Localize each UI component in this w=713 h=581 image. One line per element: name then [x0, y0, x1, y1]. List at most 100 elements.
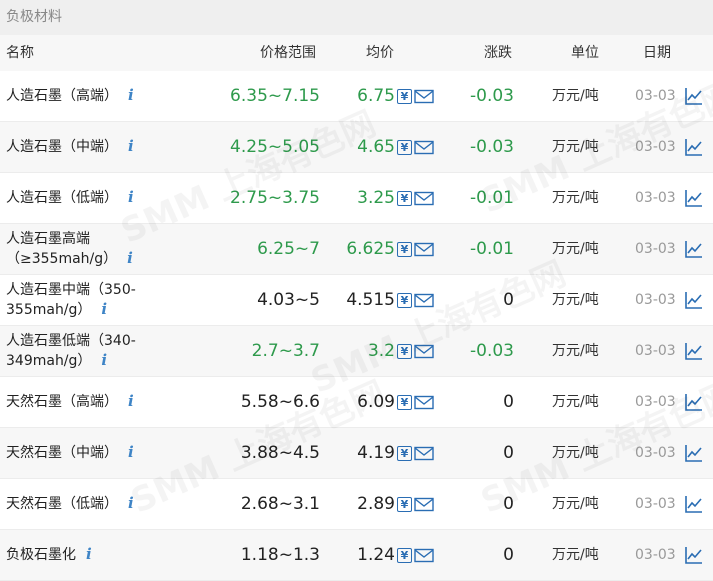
date: 03-03 [635, 547, 676, 563]
info-icon[interactable]: i [127, 249, 133, 268]
section-title: 负极材料 [0, 0, 713, 35]
mail-icon[interactable] [414, 548, 434, 563]
product-name-text: 人造石墨中端（350-355mah/g） [6, 281, 136, 318]
info-icon[interactable]: i [86, 545, 92, 564]
unit: 万元/吨 [552, 496, 599, 512]
info-icon[interactable]: i [128, 86, 134, 105]
avg-price: 1.24 [357, 545, 395, 565]
price-change: -0.03 [470, 86, 514, 106]
price-range: 1.18~1.3 [240, 545, 320, 565]
yen-icon[interactable]: ¥ [397, 88, 412, 104]
unit: 万元/吨 [552, 547, 599, 563]
unit: 万元/吨 [552, 394, 599, 410]
date: 03-03 [635, 241, 676, 257]
col-name: 名称 [6, 45, 34, 61]
price-change: 0 [503, 290, 514, 310]
line-chart-icon[interactable] [685, 291, 703, 309]
row-actions: ¥ [397, 445, 434, 461]
mail-icon[interactable] [414, 140, 434, 155]
mail-icon[interactable] [414, 191, 434, 206]
mail-icon[interactable] [414, 293, 434, 308]
product-name-text: 天然石墨（低端） [6, 496, 118, 512]
avg-price: 6.09 [357, 392, 395, 412]
mail-icon[interactable] [414, 344, 434, 359]
product-name-text: 人造石墨（低端） [6, 190, 118, 206]
product-name-text: 天然石墨（中端） [6, 445, 118, 461]
col-avg: 均价 [366, 45, 394, 61]
price-change: -0.03 [470, 341, 514, 361]
unit: 万元/吨 [552, 88, 599, 104]
mail-icon[interactable] [414, 89, 434, 104]
mail-icon[interactable] [414, 242, 434, 257]
col-change: 涨跌 [484, 45, 512, 61]
date: 03-03 [635, 445, 676, 461]
table-row: 人造石墨（中端） i 4.25~5.05 4.65 ¥ -0.03 万元/吨 03… [0, 122, 713, 173]
line-chart-icon[interactable] [685, 138, 703, 156]
price-change: -0.03 [470, 137, 514, 157]
line-chart-icon[interactable] [685, 393, 703, 411]
date: 03-03 [635, 292, 676, 308]
yen-icon[interactable]: ¥ [397, 241, 412, 257]
row-actions: ¥ [397, 190, 434, 206]
yen-icon[interactable]: ¥ [397, 343, 412, 359]
avg-price: 4.515 [346, 290, 395, 310]
yen-icon[interactable]: ¥ [397, 292, 412, 308]
price-range: 3.88~4.5 [240, 443, 320, 463]
product-name-text: 人造石墨高端（≥355mah/g） [6, 230, 118, 267]
product-name: 人造石墨中端（350-355mah/g） i [6, 275, 166, 325]
info-icon[interactable]: i [128, 188, 134, 207]
product-name-text: 负极石墨化 [6, 547, 76, 563]
table-row: 人造石墨低端（340-349mah/g） i 2.7~3.7 3.2 ¥ -0.0… [0, 326, 713, 377]
line-chart-icon[interactable] [685, 495, 703, 513]
avg-price: 4.65 [357, 137, 395, 157]
line-chart-icon[interactable] [685, 189, 703, 207]
price-range: 2.75~3.75 [230, 188, 320, 208]
yen-icon[interactable]: ¥ [397, 190, 412, 206]
table-header: 名称 价格范围 均价 涨跌 单位 日期 [0, 35, 713, 71]
line-chart-icon[interactable] [685, 546, 703, 564]
line-chart-icon[interactable] [685, 240, 703, 258]
line-chart-icon[interactable] [685, 87, 703, 105]
line-chart-icon[interactable] [685, 342, 703, 360]
date: 03-03 [635, 88, 676, 104]
info-icon[interactable]: i [101, 300, 107, 319]
mail-icon[interactable] [414, 446, 434, 461]
row-actions: ¥ [397, 139, 434, 155]
unit: 万元/吨 [552, 139, 599, 155]
price-change: 0 [503, 494, 514, 514]
yen-icon[interactable]: ¥ [397, 394, 412, 410]
info-icon[interactable]: i [128, 443, 134, 462]
mail-icon[interactable] [414, 497, 434, 512]
row-actions: ¥ [397, 547, 434, 563]
table-row: 人造石墨中端（350-355mah/g） i 4.03~5 4.515 ¥ 0 万… [0, 275, 713, 326]
row-actions: ¥ [397, 241, 434, 257]
product-name-text: 天然石墨（高端） [6, 394, 118, 410]
product-name: 天然石墨（中端） i [6, 428, 166, 478]
info-icon[interactable]: i [101, 351, 107, 370]
avg-price: 6.625 [346, 239, 395, 259]
product-name: 人造石墨高端（≥355mah/g） i [6, 224, 166, 274]
yen-icon[interactable]: ¥ [397, 547, 412, 563]
mail-icon[interactable] [414, 395, 434, 410]
date: 03-03 [635, 394, 676, 410]
table-row: 人造石墨（低端） i 2.75~3.75 3.25 ¥ -0.01 万元/吨 03… [0, 173, 713, 224]
info-icon[interactable]: i [128, 494, 134, 513]
price-range: 2.7~3.7 [251, 341, 320, 361]
yen-icon[interactable]: ¥ [397, 139, 412, 155]
avg-price: 3.25 [357, 188, 395, 208]
info-icon[interactable]: i [128, 137, 134, 156]
unit: 万元/吨 [552, 190, 599, 206]
info-icon[interactable]: i [128, 392, 134, 411]
col-price-range: 价格范围 [260, 45, 316, 61]
yen-icon[interactable]: ¥ [397, 445, 412, 461]
line-chart-icon[interactable] [685, 444, 703, 462]
price-change: 0 [503, 443, 514, 463]
table-row: 人造石墨（高端） i 6.35~7.15 6.75 ¥ -0.03 万元/吨 03… [0, 71, 713, 122]
table-row: 人造石墨高端（≥355mah/g） i 6.25~7 6.625 ¥ -0.01 … [0, 224, 713, 275]
avg-price: 6.75 [357, 86, 395, 106]
row-actions: ¥ [397, 496, 434, 512]
table-row: 天然石墨（低端） i 2.68~3.1 2.89 ¥ 0 万元/吨 03-03 [0, 479, 713, 530]
yen-icon[interactable]: ¥ [397, 496, 412, 512]
price-range: 6.25~7 [257, 239, 320, 259]
col-unit: 单位 [571, 45, 599, 61]
